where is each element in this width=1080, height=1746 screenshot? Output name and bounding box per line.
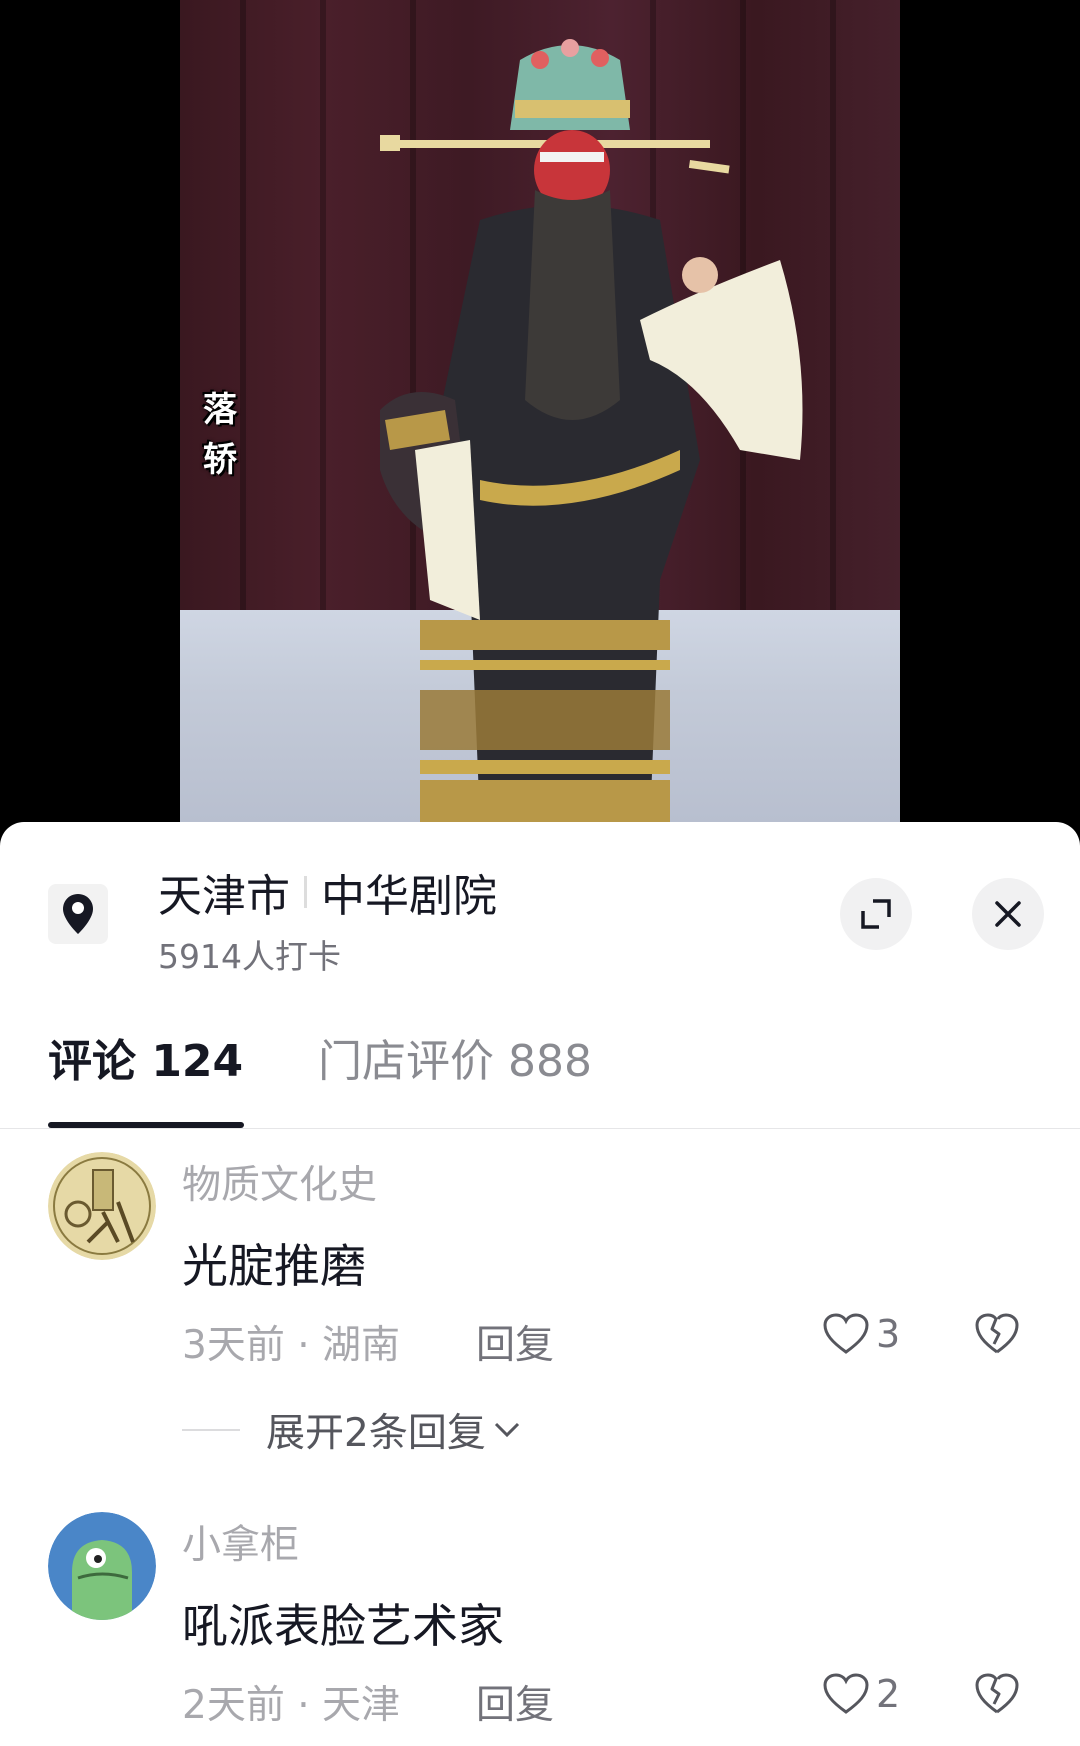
tab-store-reviews[interactable]: 门店评价 888	[318, 1032, 592, 1092]
like-count: 2	[876, 1672, 901, 1716]
title-separator	[304, 876, 307, 908]
comment-meta: 3天前 · 湖南	[182, 1323, 401, 1368]
avatar[interactable]	[48, 1152, 156, 1260]
location-city: 天津市	[158, 871, 290, 922]
comment-meta: 2天前 · 天津	[182, 1683, 401, 1728]
heart-icon	[823, 1313, 869, 1354]
close-button[interactable]	[972, 878, 1044, 950]
tab-comments[interactable]: 评论 124	[48, 1032, 243, 1092]
comment-text: 光腚推磨	[182, 1239, 366, 1293]
chevron-down-icon	[494, 1422, 519, 1438]
reply-button[interactable]: 回复	[476, 1314, 554, 1370]
expand-replies-button[interactable]: 展开2条回复	[182, 1402, 522, 1458]
location-pin-icon	[48, 884, 108, 944]
expand-icon	[861, 899, 891, 929]
active-tab-indicator	[48, 1122, 244, 1128]
reply-button[interactable]: 回复	[476, 1674, 554, 1730]
dislike-button[interactable]	[974, 1312, 1020, 1360]
heart-icon	[823, 1673, 869, 1714]
avatar[interactable]	[48, 1512, 156, 1620]
broken-heart-icon	[975, 1673, 1019, 1714]
divider	[182, 1429, 240, 1431]
video-player[interactable]: 落 轿	[0, 0, 1080, 830]
like-button[interactable]: 2	[822, 1672, 900, 1716]
comment-tabs: 评论 124 门店评价 888	[0, 1032, 1080, 1129]
checkin-count: 5914人打卡	[158, 937, 341, 976]
close-icon	[995, 901, 1021, 927]
location-venue: 中华剧院	[321, 871, 497, 922]
broken-heart-icon	[975, 1313, 1019, 1354]
expand-button[interactable]	[840, 878, 912, 950]
location-comments-sheet: 天津市 中华剧院 5914人打卡 评论 124 门店评价 888 物质文化史 光…	[0, 822, 1080, 1746]
video-overlay-caption: 落 轿	[203, 390, 237, 480]
like-button[interactable]: 3	[822, 1312, 900, 1356]
comment-text: 吼派表脸艺术家	[182, 1599, 504, 1653]
location-title[interactable]: 天津市 中华剧院	[158, 860, 497, 924]
comment-username[interactable]: 物质文化史	[182, 1154, 377, 1210]
opera-performer-image	[380, 39, 803, 822]
video-frame	[180, 0, 900, 822]
like-count: 3	[876, 1312, 901, 1356]
dislike-button[interactable]	[974, 1672, 1020, 1720]
comment-username[interactable]: 小拿柜	[182, 1514, 299, 1570]
expand-replies-label: 展开2条回复	[266, 1411, 486, 1456]
